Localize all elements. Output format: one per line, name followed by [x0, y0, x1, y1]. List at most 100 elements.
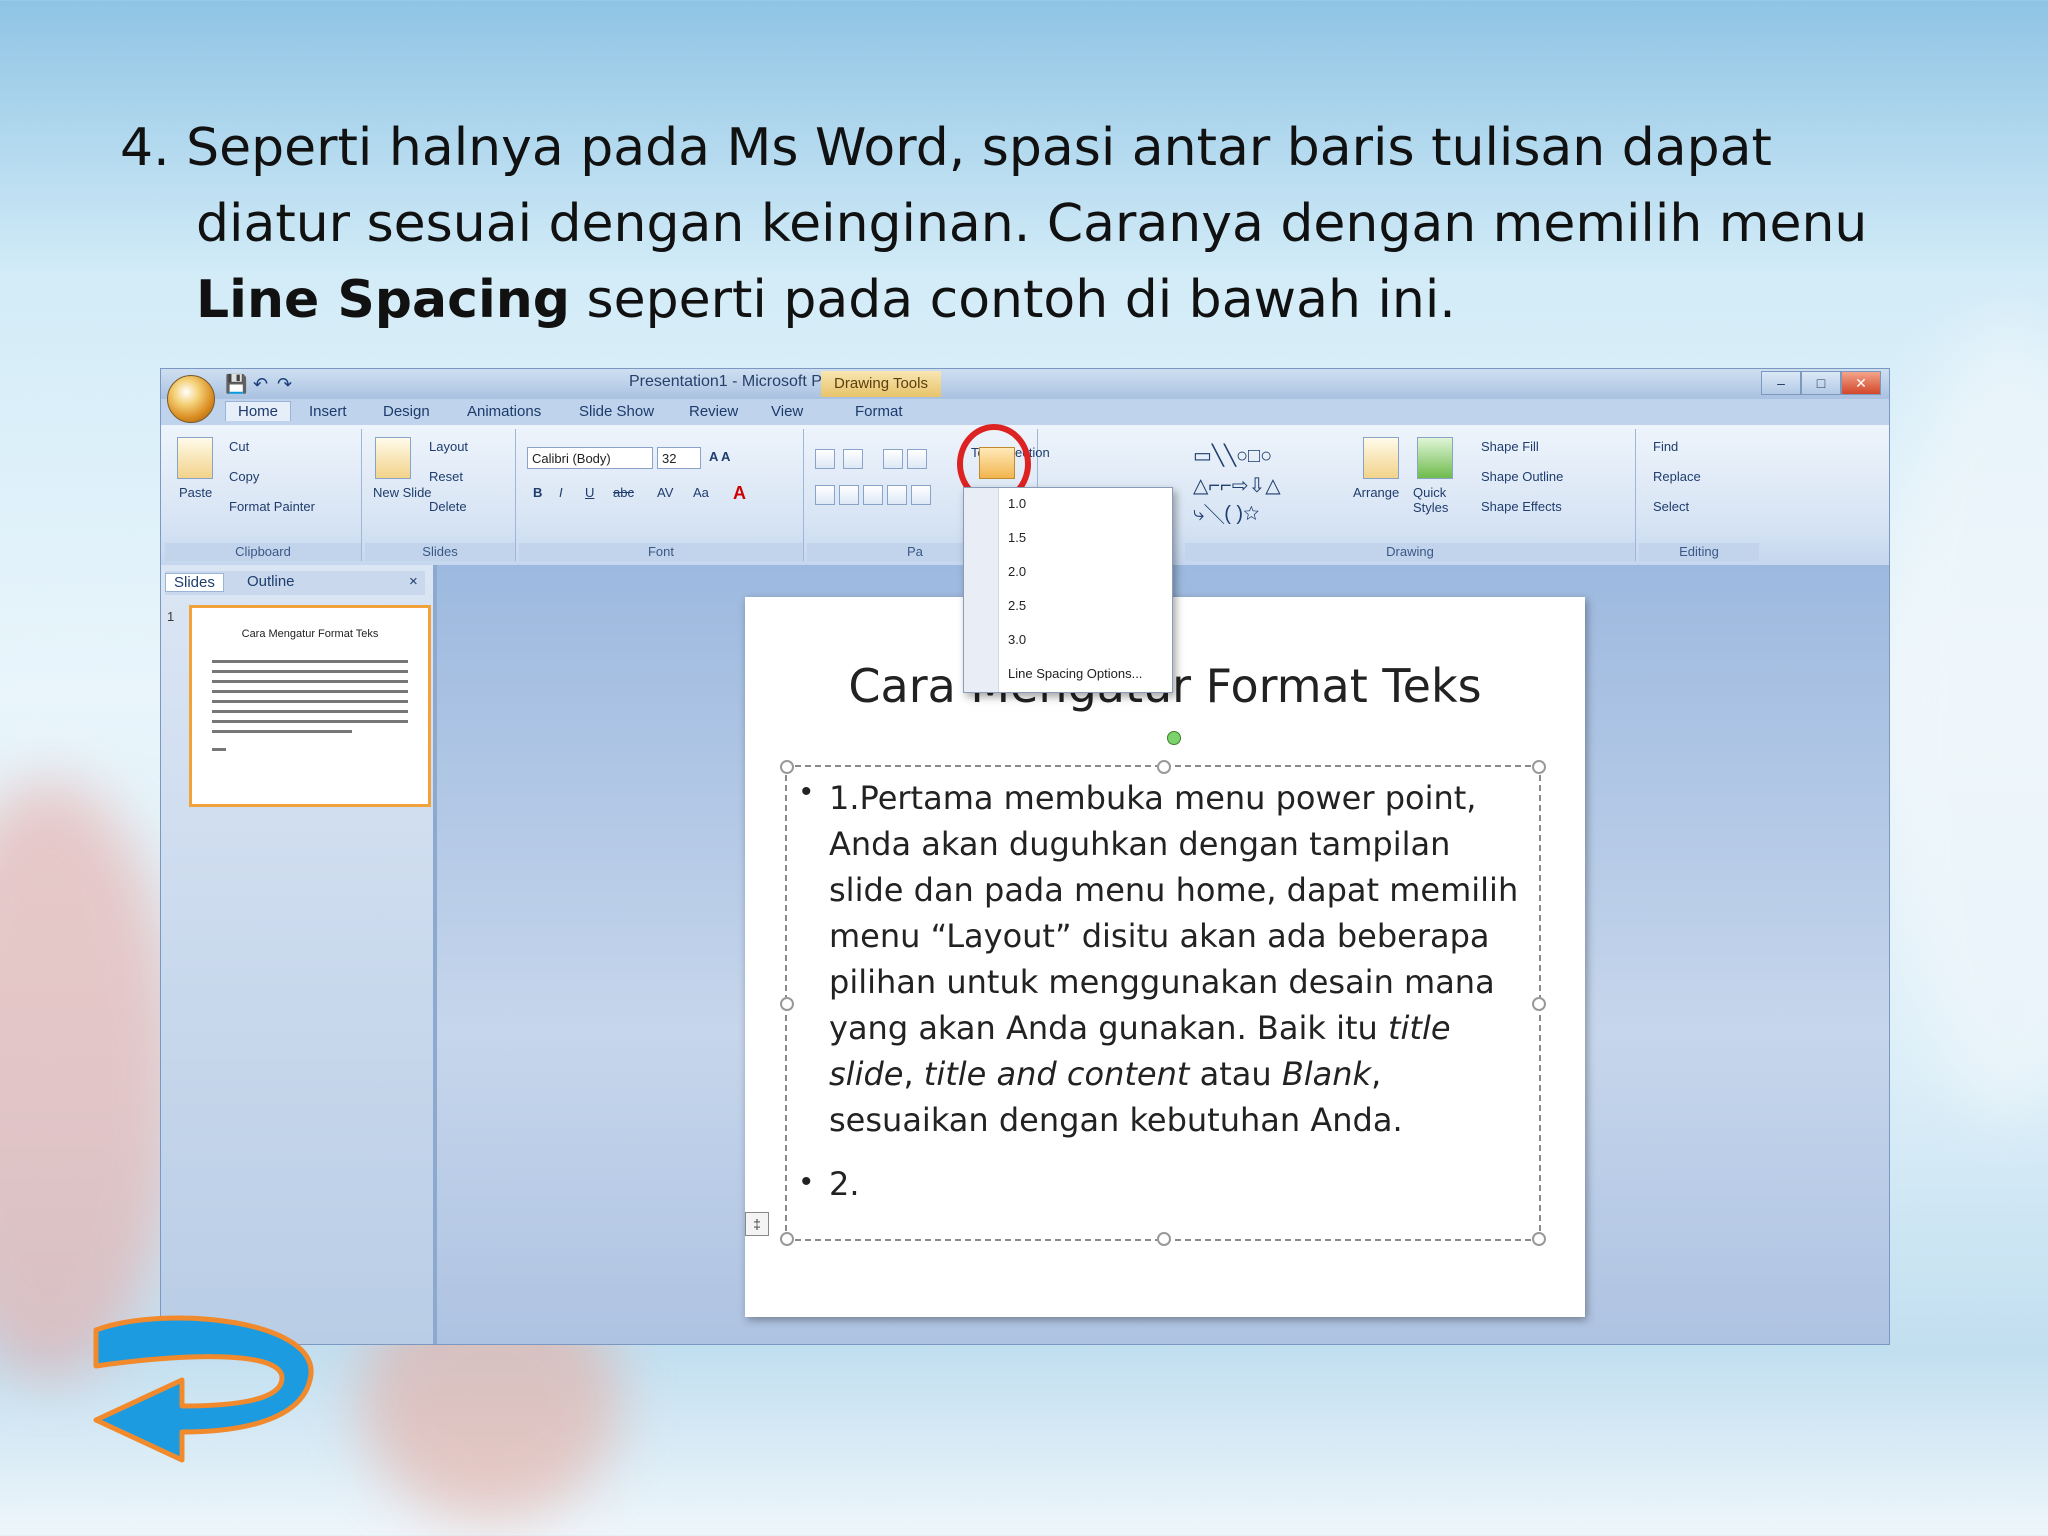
find-button[interactable]: Find	[1653, 439, 1678, 454]
line-spacing-option[interactable]: 2.5	[1008, 598, 1026, 613]
menu-icon-strip	[964, 488, 999, 692]
select-button[interactable]: Select	[1653, 499, 1689, 514]
resize-handle[interactable]	[780, 1232, 794, 1246]
editing-group: Find Replace Select Editing	[1639, 429, 1759, 561]
thumbnail-line	[212, 710, 408, 713]
columns-icon[interactable]	[911, 485, 931, 505]
shape-fill-button[interactable]: Shape Fill	[1481, 439, 1539, 454]
office-button[interactable]	[167, 375, 215, 423]
autofit-options-icon[interactable]: ‡	[745, 1212, 769, 1236]
title-bar: 💾 ↶ ↷ Presentation1 - Microsoft PowerPoi…	[161, 369, 1889, 399]
decrease-indent-icon[interactable]	[883, 449, 903, 469]
tab-design[interactable]: Design	[383, 403, 430, 420]
tab-insert[interactable]: Insert	[309, 403, 347, 420]
align-center-icon[interactable]	[839, 485, 859, 505]
line-spacing-option[interactable]: 1.0	[1008, 496, 1026, 511]
powerpoint-window: 💾 ↶ ↷ Presentation1 - Microsoft PowerPoi…	[160, 368, 1890, 1345]
strikethrough-icon[interactable]: abc	[613, 485, 634, 500]
grow-font-icon[interactable]: A A	[709, 449, 730, 464]
redo-icon[interactable]: ↷	[277, 374, 292, 395]
close-button[interactable]: ✕	[1841, 371, 1881, 395]
replace-button[interactable]: Replace	[1653, 469, 1701, 484]
italic-icon[interactable]: I	[559, 485, 563, 500]
paste-label[interactable]: Paste	[179, 485, 212, 500]
tab-review[interactable]: Review	[689, 403, 738, 420]
change-case-icon[interactable]: Aa	[693, 485, 709, 500]
increase-indent-icon[interactable]	[907, 449, 927, 469]
minimize-button[interactable]: –	[1761, 371, 1801, 395]
bullet-marker: •	[801, 775, 812, 808]
tab-animations[interactable]: Animations	[467, 403, 541, 420]
drawing-group-label: Drawing	[1185, 543, 1635, 561]
thumbnail-line	[212, 660, 408, 663]
quick-styles-icon[interactable]	[1417, 437, 1453, 479]
resize-handle[interactable]	[1157, 760, 1171, 774]
thumbnail-line	[212, 690, 408, 693]
shapes-gallery-icon[interactable]: ▭╲╲○□○	[1193, 443, 1272, 468]
bold-icon[interactable]: B	[533, 485, 542, 500]
window-title: Presentation1 - Microsoft PowerPoint	[628, 373, 894, 390]
pane-close-icon[interactable]: ×	[401, 573, 426, 590]
cut-button[interactable]: Cut	[229, 439, 249, 454]
format-painter-button[interactable]: Format Painter	[229, 499, 315, 514]
delete-button[interactable]: Delete	[429, 499, 467, 514]
maximize-button[interactable]: □	[1801, 371, 1841, 395]
shape-effects-button[interactable]: Shape Effects	[1481, 499, 1562, 514]
tab-slide-show[interactable]: Slide Show	[579, 403, 654, 420]
character-spacing-icon[interactable]: AV	[657, 485, 673, 500]
font-name-combo[interactable]: Calibri (Body)	[527, 447, 653, 469]
undo-icon[interactable]: ↶	[253, 374, 268, 395]
rotation-handle[interactable]	[1167, 731, 1181, 745]
slide-thumbnail[interactable]: Cara Mengatur Format Teks	[189, 605, 431, 807]
font-size-combo[interactable]: 32	[657, 447, 701, 469]
line-spacing-option[interactable]: 2.0	[1008, 564, 1026, 579]
resize-handle[interactable]	[1532, 1232, 1546, 1246]
quick-styles-button[interactable]: Quick Styles	[1413, 485, 1463, 515]
line-spacing-options-item[interactable]: Line Spacing Options...	[1008, 666, 1142, 681]
resize-handle[interactable]	[1532, 760, 1546, 774]
align-left-icon[interactable]	[815, 485, 835, 505]
thumbnail-line	[212, 720, 408, 723]
drawing-tools-tab[interactable]: Drawing Tools	[821, 371, 941, 397]
editing-group-label: Editing	[1639, 543, 1759, 561]
arrange-button[interactable]: Arrange	[1353, 485, 1399, 500]
new-slide-button[interactable]: New Slide	[373, 485, 432, 500]
line-spacing-option[interactable]: 3.0	[1008, 632, 1026, 647]
reset-button[interactable]: Reset	[429, 469, 463, 484]
bullets-icon[interactable]	[815, 449, 835, 469]
save-icon[interactable]: 💾	[225, 374, 247, 395]
tab-view[interactable]: View	[771, 403, 803, 420]
layout-button[interactable]: Layout	[429, 439, 468, 454]
line-spacing-option[interactable]: 1.5	[1008, 530, 1026, 545]
shapes-gallery-icon-row2[interactable]: △⌐⌐⇨⇩△	[1193, 473, 1281, 498]
underline-icon[interactable]: U	[585, 485, 594, 500]
resize-handle[interactable]	[780, 760, 794, 774]
font-color-icon[interactable]: A	[733, 483, 746, 504]
tab-slides[interactable]: Slides	[165, 573, 224, 592]
align-right-icon[interactable]	[863, 485, 883, 505]
numbering-icon[interactable]	[843, 449, 863, 469]
tab-format[interactable]: Format	[855, 403, 903, 420]
thumbnail-line	[212, 670, 408, 673]
tab-home[interactable]: Home	[225, 401, 292, 421]
line-spacing-term: Line Spacing	[196, 270, 571, 330]
paste-icon[interactable]	[177, 437, 213, 479]
justify-icon[interactable]	[887, 485, 907, 505]
arrange-icon[interactable]	[1363, 437, 1399, 479]
bullet-2-text: 2.	[829, 1165, 860, 1203]
thumbnail-line	[212, 700, 408, 703]
new-slide-icon[interactable]	[375, 437, 411, 479]
resize-handle[interactable]	[1532, 997, 1546, 1011]
shapes-gallery-icon-row3[interactable]: ⤷╲( )☆	[1193, 503, 1259, 526]
thumbnail-line	[212, 730, 352, 733]
slide-canvas[interactable]: Cara Mengatur Format Teks • 1.Pertama me…	[745, 597, 1585, 1317]
resize-handle[interactable]	[1157, 1232, 1171, 1246]
back-arrow-icon[interactable]	[86, 1310, 326, 1480]
thumbnail-line	[212, 748, 226, 751]
content-placeholder[interactable]: • 1.Pertama membuka menu power point, An…	[780, 760, 1546, 1246]
shape-outline-button[interactable]: Shape Outline	[1481, 469, 1563, 484]
copy-button[interactable]: Copy	[229, 469, 259, 484]
resize-handle[interactable]	[780, 997, 794, 1011]
thumbnail-line	[212, 680, 408, 683]
tab-outline[interactable]: Outline	[239, 573, 303, 590]
